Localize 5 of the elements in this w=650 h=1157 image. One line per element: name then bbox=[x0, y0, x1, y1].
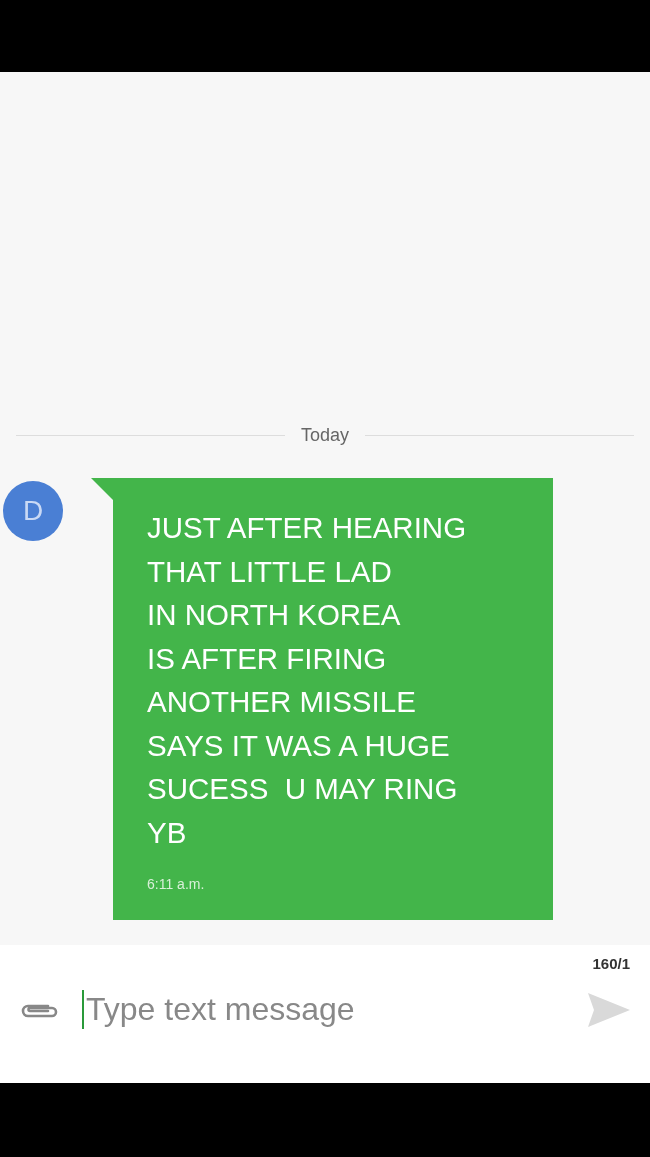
message-text: JUST AFTER HEARING THAT LITTLE LAD IN NORTH KOREA IS AFTER FIRING ANOTHER MISSILE SAYS IT WAS A HUGE SUCESS U MAY RING YB bbox=[147, 510, 468, 851]
date-divider: Today bbox=[301, 425, 350, 446]
character-counter: 160/1 bbox=[591, 955, 630, 972]
message-time: 6:11 a.m. bbox=[147, 876, 206, 892]
contact-avatar[interactable]: D bbox=[3, 481, 63, 541]
